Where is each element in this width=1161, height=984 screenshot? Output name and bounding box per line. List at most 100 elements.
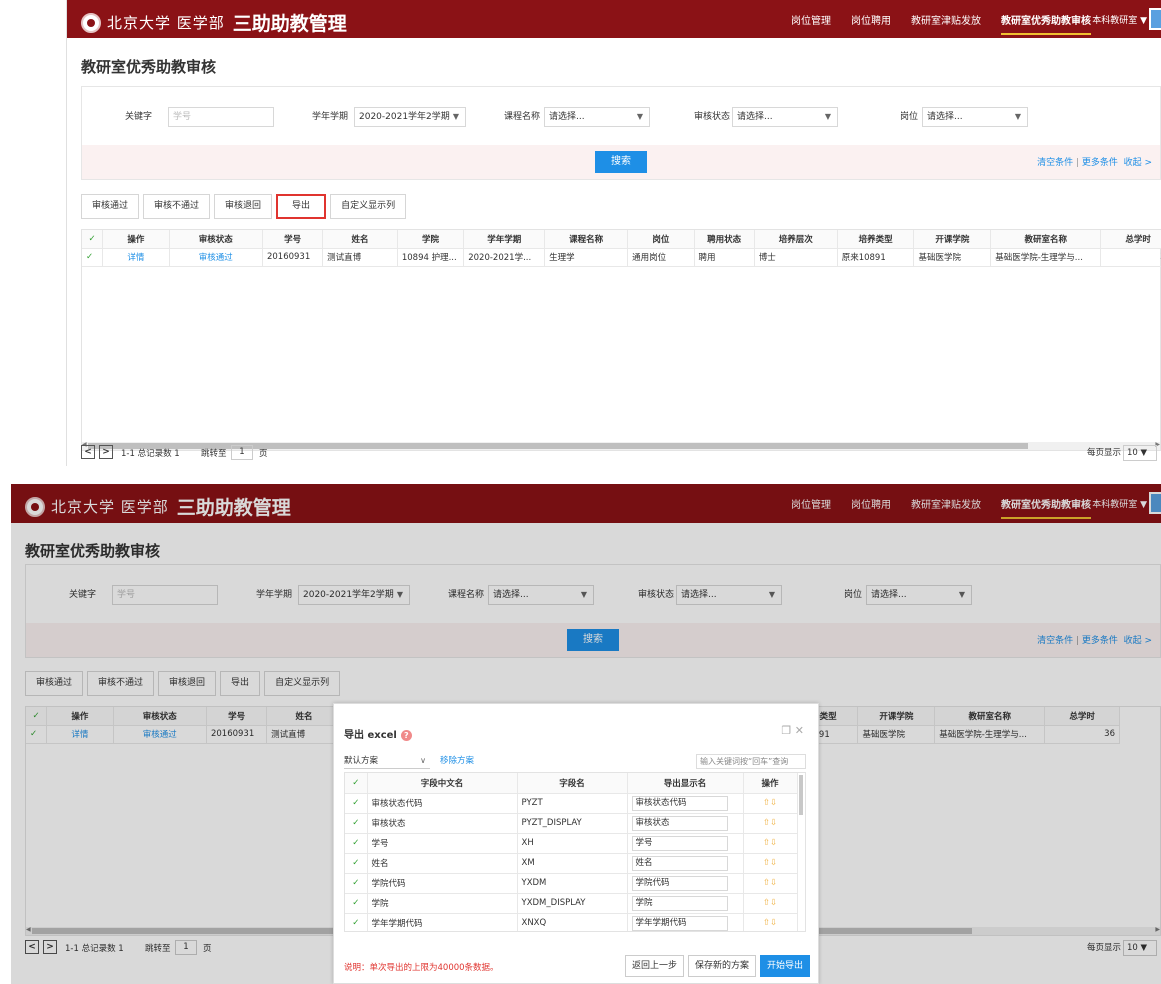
chevron-down-icon: ▼	[1140, 448, 1148, 458]
filter-links: 清空条件 | 更多条件 收起 >	[1037, 158, 1152, 168]
export-limit-note: 说明：单次导出的上限为40000条数据。	[344, 963, 499, 973]
nav-post-manage[interactable]: 岗位管理	[791, 4, 831, 35]
clear-link[interactable]: 清空条件	[1037, 158, 1073, 168]
maximize-icon[interactable]: ❐	[781, 724, 791, 737]
logo-university: 北京大学 医学部	[107, 14, 225, 32]
close-icon[interactable]: ✕	[795, 724, 804, 737]
field-cn: 姓名	[367, 853, 518, 874]
post-value: 请选择...	[927, 112, 963, 122]
col-header: 开课学院	[913, 230, 992, 249]
field-row[interactable]: ✓ 审核状态代码 PYZT 审核状态代码 ⇧⇩	[345, 793, 798, 814]
export-dialog: 导出 excel? ❐ ✕ 默认方案 ∨ 移除方案 输入关键词按“回车”查询 ✓ …	[333, 703, 819, 984]
field-row[interactable]: ✓ 学年学期代码 XNXQ 学年学期代码 ⇧⇩	[345, 913, 798, 931]
field-cn: 审核状态代码	[367, 793, 518, 814]
field-cn: 学号	[367, 833, 518, 854]
check-icon[interactable]: ✓	[345, 833, 368, 854]
check-icon[interactable]: ✓	[345, 913, 368, 931]
field-grid: ✓ 字段中文名 字段名 导出显示名 操作 ✓ 审核状态代码 PYZT 审核状态代…	[344, 772, 806, 932]
table-cell: 2020-2021学...	[463, 248, 546, 267]
display-name-input[interactable]: 学号	[631, 835, 728, 851]
check-icon[interactable]: ✓	[345, 853, 368, 874]
field-search-input[interactable]: 输入关键词按“回车”查询	[696, 754, 806, 769]
table-cell: 36	[1100, 248, 1161, 267]
avatar[interactable]	[1149, 8, 1161, 30]
col-header: 导出显示名	[627, 773, 744, 794]
chevron-down-icon: ▼	[824, 112, 831, 121]
return-button[interactable]: 审核退回	[214, 194, 273, 219]
move-arrows-icon[interactable]: ⇧⇩	[743, 873, 798, 894]
move-arrows-icon[interactable]: ⇧⇩	[743, 833, 798, 854]
field-table-header: ✓ 字段中文名 字段名 导出显示名 操作	[345, 773, 798, 794]
move-arrows-icon[interactable]: ⇧⇩	[743, 893, 798, 914]
help-icon[interactable]: ?	[400, 729, 412, 741]
field-row[interactable]: ✓ 姓名 XM 姓名 ⇧⇩	[345, 853, 798, 874]
scheme-select[interactable]: 默认方案 ∨	[344, 754, 430, 769]
nav-post-hire[interactable]: 岗位聘用	[851, 4, 891, 35]
page-input[interactable]: 1	[231, 445, 253, 460]
display-name-input[interactable]: 审核状态代码	[631, 795, 728, 811]
dialog-title-text: 导出 excel	[344, 730, 397, 741]
status-cell[interactable]: 审核通过	[169, 248, 263, 267]
term-select[interactable]: 2020-2021学年2学期 ▼	[354, 107, 466, 127]
prev-page-icon[interactable]: <	[81, 445, 95, 459]
status-value: 请选择...	[737, 112, 773, 122]
col-header: 培养层次	[754, 230, 838, 249]
field-display-cell: 姓名	[627, 853, 744, 874]
select-all-check-icon[interactable]: ✓	[345, 773, 368, 794]
more-link[interactable]: 更多条件	[1082, 158, 1118, 168]
col-header: 字段名	[517, 773, 628, 794]
detail-link[interactable]: 详情	[102, 248, 170, 267]
reject-button[interactable]: 审核不通过	[143, 194, 211, 219]
start-export-button[interactable]: 开始导出	[759, 955, 810, 977]
check-icon[interactable]: ✓	[345, 873, 368, 894]
check-icon[interactable]: ✓	[345, 893, 368, 914]
row-check-icon[interactable]: ✓	[82, 248, 104, 267]
keyword-input[interactable]: 学号	[168, 107, 274, 127]
search-button[interactable]: 搜索	[595, 151, 647, 173]
save-scheme-button[interactable]: 保存新的方案	[687, 955, 756, 977]
field-key: YXDM_DISPLAY	[517, 893, 628, 914]
move-arrows-icon[interactable]: ⇧⇩	[743, 793, 798, 814]
check-icon[interactable]: ✓	[345, 793, 368, 814]
course-select[interactable]: 请选择... ▼	[544, 107, 650, 127]
scheme-value: 默认方案	[344, 756, 379, 766]
remove-scheme-link[interactable]: 移除方案	[440, 754, 474, 768]
field-row[interactable]: ✓ 审核状态 PYZT_DISPLAY 审核状态 ⇧⇩	[345, 813, 798, 834]
table-cell: 聘用	[694, 248, 755, 267]
action-toolbar: 审核通过 审核不通过 审核退回 导出 自定义显示列	[81, 194, 410, 220]
post-select[interactable]: 请选择... ▼	[922, 107, 1028, 127]
back-button[interactable]: 返回上一步	[624, 955, 684, 977]
export-button[interactable]: 导出	[276, 194, 327, 219]
field-display-cell: 学号	[627, 833, 744, 854]
field-key: XNXQ	[517, 913, 628, 931]
field-row[interactable]: ✓ 学号 XH 学号 ⇧⇩	[345, 833, 798, 854]
move-arrows-icon[interactable]: ⇧⇩	[743, 853, 798, 874]
display-name-input[interactable]: 学年学期代码	[631, 915, 728, 931]
check-icon[interactable]: ✓	[345, 813, 368, 834]
table-row[interactable]: ✓ 详情 审核通过 20160931 测试直博 10894 护理... 2020…	[82, 248, 1161, 267]
display-name-input[interactable]: 学院代码	[631, 875, 728, 891]
display-name-input[interactable]: 学院	[631, 895, 728, 911]
move-arrows-icon[interactable]: ⇧⇩	[743, 913, 798, 931]
vertical-scrollbar[interactable]	[799, 775, 803, 815]
nav-excellent-review[interactable]: 教研室优秀助教审核	[1001, 4, 1091, 35]
select-all-check-icon[interactable]: ✓	[82, 230, 104, 249]
collapse-link[interactable]: 收起 >	[1124, 158, 1152, 168]
nav-allowance[interactable]: 教研室津贴发放	[911, 4, 981, 35]
approve-button[interactable]: 审核通过	[81, 194, 140, 219]
field-cn: 学年学期代码	[367, 913, 518, 931]
display-name-input[interactable]: 姓名	[631, 855, 728, 871]
next-page-icon[interactable]: >	[99, 445, 113, 459]
per-page: 每页显示 10 ▼	[1087, 445, 1157, 461]
per-page-select[interactable]: 10 ▼	[1123, 445, 1157, 461]
display-name-input[interactable]: 审核状态	[631, 815, 728, 831]
status-select[interactable]: 请选择... ▼	[732, 107, 838, 127]
role-dropdown[interactable]: 本科教研室 ▼	[1092, 13, 1147, 26]
custom-columns-button[interactable]: 自定义显示列	[330, 194, 407, 219]
field-row[interactable]: ✓ 学院代码 YXDM 学院代码 ⇧⇩	[345, 873, 798, 894]
field-row[interactable]: ✓ 学院 YXDM_DISPLAY 学院 ⇧⇩	[345, 893, 798, 914]
move-arrows-icon[interactable]: ⇧⇩	[743, 813, 798, 834]
field-key: PYZT	[517, 793, 628, 814]
col-header: 课程名称	[544, 230, 629, 249]
table-cell: 通用岗位	[627, 248, 695, 267]
